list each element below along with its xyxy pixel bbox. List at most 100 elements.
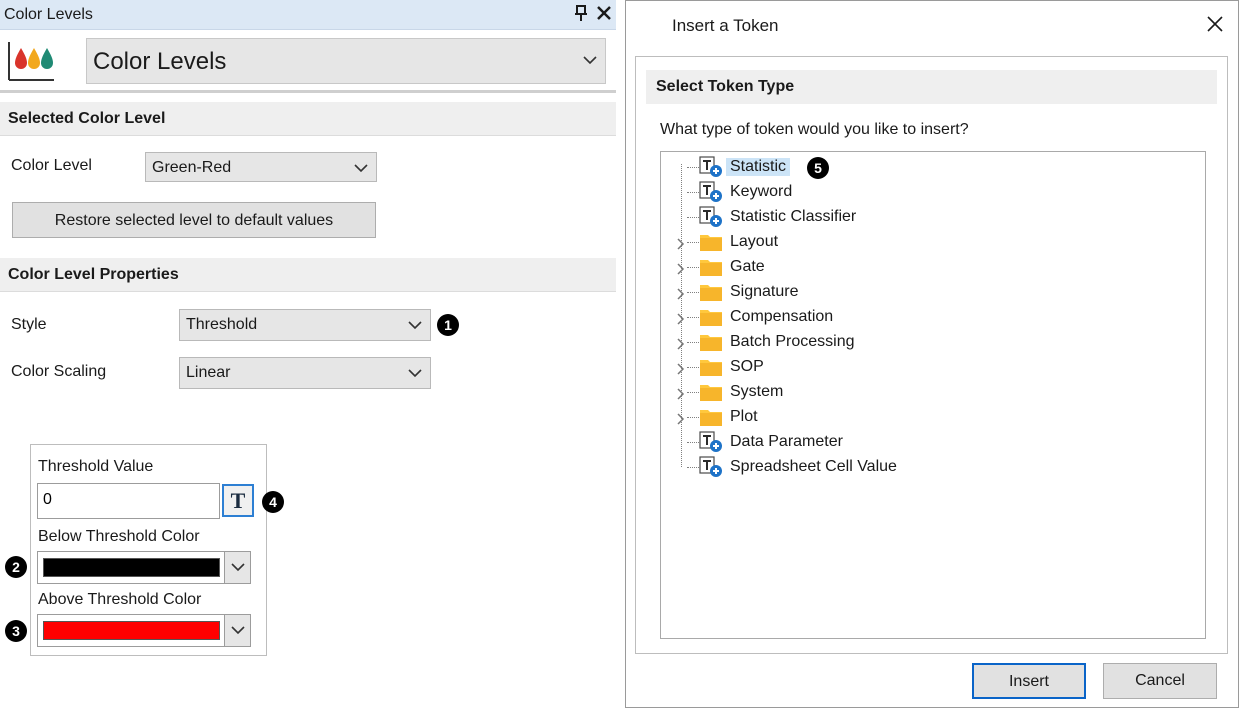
tree-connector <box>687 192 699 193</box>
token-type-tree[interactable]: Statistic 5 Keyword Statistic Classifier Lay… <box>660 151 1206 639</box>
tree-item-statistic[interactable]: Statistic 5 <box>661 155 1201 180</box>
color-levels-dropdown[interactable]: Color Levels <box>86 38 606 84</box>
section-heading: Color Level Properties <box>8 266 179 283</box>
tree-connector <box>687 267 699 268</box>
color-scaling-select[interactable]: Linear <box>179 357 431 389</box>
tree-item-sop[interactable]: SOP <box>661 355 1201 380</box>
tree-item-label: Statistic <box>726 158 791 176</box>
tree-item-label: Layout <box>730 233 779 250</box>
insert-token-button[interactable]: T <box>222 484 254 517</box>
tree-item-statistic-classifier[interactable]: Statistic Classifier <box>661 205 1201 230</box>
tree-item-label: Batch Processing <box>730 333 855 350</box>
folder-icon <box>699 381 723 403</box>
header-divider <box>0 90 616 93</box>
tree-connector <box>687 317 699 318</box>
dialog-title: Insert a Token <box>672 16 779 35</box>
pin-icon[interactable] <box>574 4 588 22</box>
tree-connector <box>687 242 699 243</box>
tree-item-label: Plot <box>730 408 758 425</box>
tree-item-batch-processing[interactable]: Batch Processing <box>661 330 1201 355</box>
token-t-icon: T <box>230 488 246 513</box>
below-threshold-color-picker[interactable] <box>37 551 251 584</box>
panel-title: Color Levels <box>4 6 93 23</box>
threshold-value-label: Threshold Value <box>38 458 154 475</box>
threshold-value-text: 0 <box>43 491 52 508</box>
token-icon <box>699 156 723 178</box>
tree-item-layout[interactable]: Layout <box>661 230 1201 255</box>
tree-item-gate[interactable]: Gate <box>661 255 1201 280</box>
chevron-right-icon[interactable] <box>677 337 685 350</box>
panel-titlebar: Color Levels <box>0 0 616 30</box>
callout-badge-5: 5 <box>807 157 829 179</box>
style-select[interactable]: Threshold <box>179 309 431 341</box>
cancel-button[interactable]: Cancel <box>1103 663 1217 699</box>
chevron-down-icon <box>408 321 422 330</box>
close-icon[interactable] <box>1206 15 1224 33</box>
chevron-down-icon <box>231 563 245 572</box>
color-levels-panel: Color Levels Color Levels Selected Color… <box>0 0 616 708</box>
tree-item-data-parameter[interactable]: Data Parameter <box>661 430 1201 455</box>
color-levels-dropdown-value: Color Levels <box>93 48 227 75</box>
threshold-value-input[interactable]: 0 <box>37 483 220 519</box>
style-value: Threshold <box>186 316 258 333</box>
callout-badge-1: 1 <box>437 314 459 336</box>
color-dropdown-button[interactable] <box>224 615 250 646</box>
tree-item-compensation[interactable]: Compensation <box>661 305 1201 330</box>
tree-item-system[interactable]: System <box>661 380 1201 405</box>
token-icon <box>699 431 723 453</box>
chevron-right-icon[interactable] <box>677 387 685 400</box>
token-icon <box>699 456 723 478</box>
close-icon[interactable] <box>596 4 612 22</box>
tree-connector <box>687 292 699 293</box>
chevron-down-icon <box>583 56 597 65</box>
above-threshold-color-picker[interactable] <box>37 614 251 647</box>
tree-item-keyword[interactable]: Keyword <box>661 180 1201 205</box>
tree-item-label: SOP <box>730 358 764 375</box>
restore-defaults-button[interactable]: Restore selected level to default values <box>12 202 376 238</box>
tree-item-label: Compensation <box>730 308 834 325</box>
tree-item-label: System <box>730 383 784 400</box>
chevron-right-icon[interactable] <box>677 287 685 300</box>
token-question: What type of token would you like to ins… <box>660 121 969 138</box>
folder-icon <box>699 331 723 353</box>
folder-icon <box>699 306 723 328</box>
chevron-down-icon <box>408 369 422 378</box>
folder-icon <box>699 256 723 278</box>
chevron-right-icon[interactable] <box>677 362 685 375</box>
color-level-properties-heading: Color Level Properties <box>0 258 616 292</box>
color-scaling-label: Color Scaling <box>11 363 107 380</box>
select-token-type-heading: Select Token Type <box>646 70 1217 104</box>
folder-icon <box>699 406 723 428</box>
color-level-select[interactable]: Green-Red <box>145 152 377 182</box>
section-heading: Select Token Type <box>656 78 795 95</box>
tree-item-label: Spreadsheet Cell Value <box>730 458 897 475</box>
tree-item-plot[interactable]: Plot <box>661 405 1201 430</box>
insert-button[interactable]: Insert <box>972 663 1086 699</box>
tree-item-spreadsheet-cell-value[interactable]: Spreadsheet Cell Value <box>661 455 1201 480</box>
tree-connector <box>687 367 699 368</box>
tree-item-signature[interactable]: Signature <box>661 280 1201 305</box>
chevron-right-icon[interactable] <box>677 312 685 325</box>
cancel-button-label: Cancel <box>1135 672 1185 689</box>
tree-item-label: Gate <box>730 258 765 275</box>
chevron-right-icon[interactable] <box>677 412 685 425</box>
chevron-right-icon[interactable] <box>677 262 685 275</box>
color-level-label: Color Level <box>11 157 92 174</box>
color-scaling-value: Linear <box>186 364 231 381</box>
chevron-right-icon[interactable] <box>677 237 685 250</box>
above-threshold-color-label: Above Threshold Color <box>38 591 202 608</box>
tree-item-label: Statistic Classifier <box>730 208 857 225</box>
below-threshold-color-label: Below Threshold Color <box>38 528 200 545</box>
color-dropdown-button[interactable] <box>224 552 250 583</box>
token-icon <box>699 206 723 228</box>
callout-badge-2: 2 <box>5 556 27 578</box>
tree-connector <box>687 467 699 468</box>
color-level-value: Green-Red <box>152 159 232 176</box>
restore-defaults-label: Restore selected level to default values <box>54 212 334 229</box>
folder-icon <box>699 281 723 303</box>
tree-item-label: Signature <box>730 283 799 300</box>
above-threshold-color-swatch <box>43 621 220 640</box>
token-icon <box>699 181 723 203</box>
tree-item-label: Data Parameter <box>730 433 843 450</box>
chevron-down-icon <box>231 626 245 635</box>
